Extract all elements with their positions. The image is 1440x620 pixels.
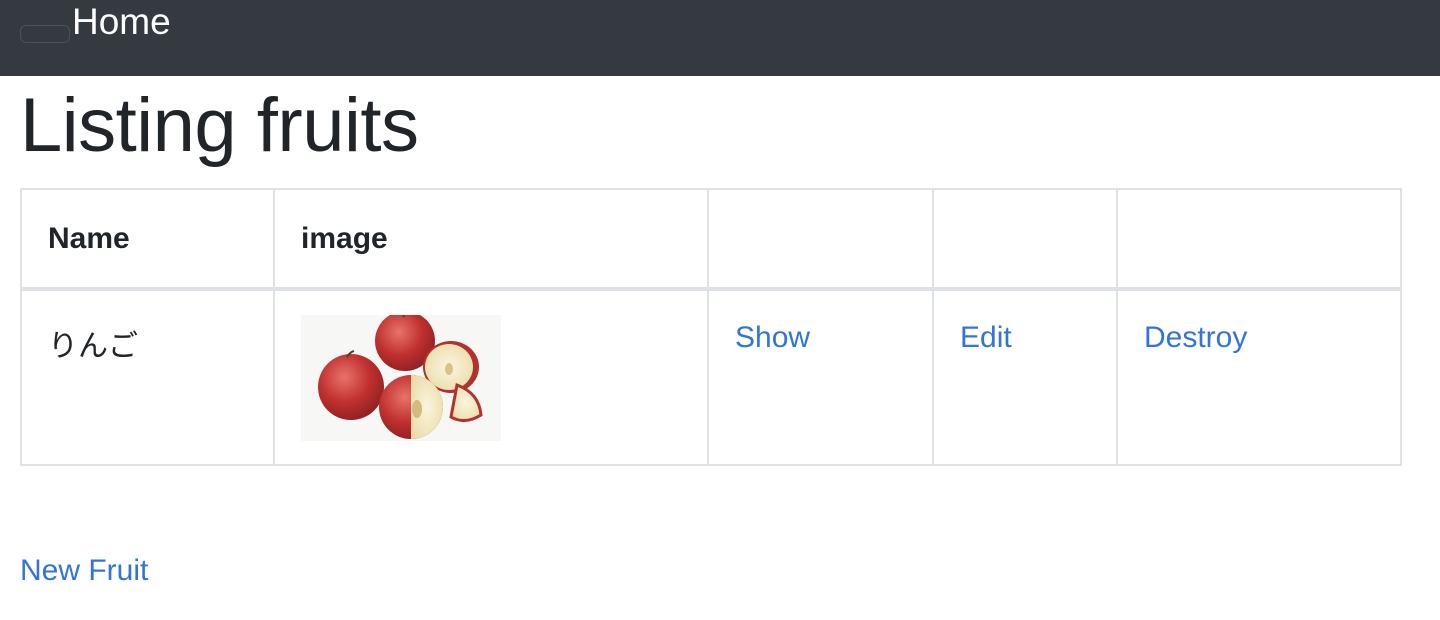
column-header-show <box>707 188 934 291</box>
column-header-image: image <box>273 188 709 291</box>
show-cell: Show <box>707 288 934 466</box>
destroy-link[interactable]: Destroy <box>1144 321 1247 354</box>
destroy-cell: Destroy <box>1116 288 1402 466</box>
apple-photo-image <box>301 315 501 441</box>
table-header: Name image <box>20 188 1402 291</box>
show-link[interactable]: Show <box>735 321 810 354</box>
header-row: Name image <box>20 188 1402 291</box>
home-link[interactable]: Home <box>72 0 171 44</box>
column-header-edit <box>932 188 1118 291</box>
navbar: Home <box>0 0 1440 76</box>
edit-cell: Edit <box>932 288 1118 466</box>
fruit-image-cell <box>273 288 709 466</box>
page-title: Listing fruits <box>20 83 419 168</box>
table-row: りんご Show Edit Destroy <box>20 288 1402 466</box>
new-fruit-link[interactable]: New Fruit <box>20 552 148 590</box>
column-header-destroy <box>1116 188 1402 291</box>
navbar-toggler-button[interactable] <box>20 25 70 43</box>
fruits-table: Name image りんご Show Edit Destroy <box>20 188 1402 466</box>
table-body: りんご Show Edit Destroy <box>20 288 1402 466</box>
fruit-name-cell: りんご <box>20 288 275 466</box>
column-header-name: Name <box>20 188 275 291</box>
edit-link[interactable]: Edit <box>960 321 1012 354</box>
